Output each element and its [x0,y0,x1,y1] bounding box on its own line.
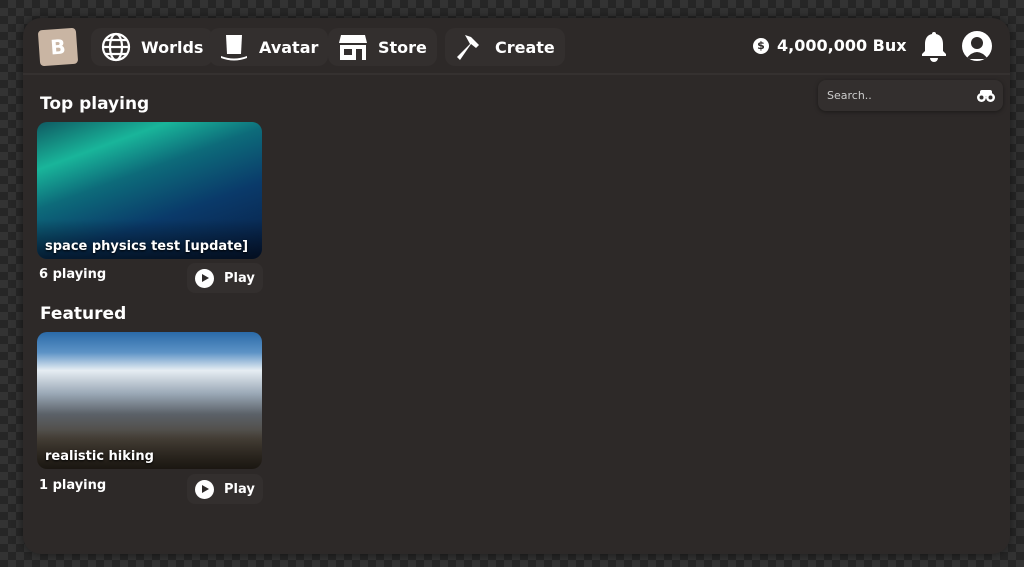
nav-label: Worlds [141,37,204,57]
nav-create[interactable]: Create [445,28,565,66]
currency-amount: 4,000,000 Bux [777,36,907,55]
coin-icon: $ [753,37,769,54]
search-box [818,80,1003,111]
game-card[interactable]: realistic hiking [37,332,262,469]
play-button[interactable]: Play [187,263,263,293]
game-card[interactable]: space physics test [update] [37,122,262,259]
nav-worlds[interactable]: Worlds [91,28,214,66]
search-input[interactable] [818,80,968,111]
play-label: Play [224,481,255,497]
bell-icon[interactable] [920,30,948,62]
nav-label: Avatar [259,37,319,57]
play-label: Play [224,270,255,286]
player-count: 6 playing [39,267,107,282]
play-icon [195,479,214,499]
currency-balance[interactable]: $ 4,000,000 Bux [753,36,907,55]
profile-avatar-icon[interactable] [962,31,992,61]
nav-label: Store [378,37,427,57]
store-icon [339,35,367,60]
play-button[interactable]: Play [187,474,263,504]
top-hat-icon [221,35,247,61]
logo[interactable]: B [37,27,79,67]
globe-icon [101,32,131,62]
section-heading: Top playing [40,94,150,114]
nav-store[interactable]: Store [328,28,437,66]
section-heading: Featured [40,304,127,324]
nav-avatar[interactable]: Avatar [209,28,329,66]
binoculars-icon[interactable] [977,89,995,102]
top-nav: B Worlds Avatar Store Create $ 4,000,000… [23,18,1010,75]
game-title: realistic hiking [45,449,154,464]
play-icon [195,268,214,288]
player-count: 1 playing [39,478,107,493]
nav-label: Create [495,37,555,57]
main-panel: B Worlds Avatar Store Create $ 4,000,000… [23,18,1010,554]
game-title: space physics test [update] [45,239,249,254]
hammer-icon [457,35,479,60]
